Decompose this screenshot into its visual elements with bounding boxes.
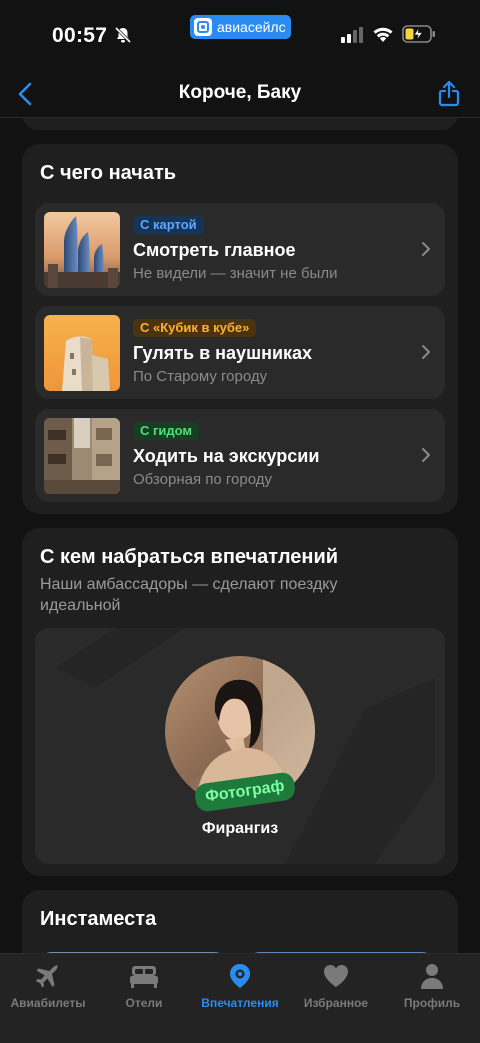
item-title: Ходить на экскурсии [133, 446, 320, 466]
tab-label: Авиабилеты [10, 996, 86, 1010]
item-subtitle: Обзорная по городу [133, 471, 272, 488]
ambassadors-section-subtitle: Наши амбассадоры — сделают поездку идеал… [40, 576, 338, 614]
item-badge: С картой [133, 216, 204, 234]
insta-section: Инстаместа [22, 890, 458, 953]
status-time: 00:57 [52, 24, 108, 47]
insta-section-title: Инстаместа [40, 908, 157, 930]
chevron-right-icon [422, 345, 430, 359]
aviasales-app-icon [194, 18, 212, 36]
item-subtitle: По Старому городу [133, 368, 268, 385]
tab-label: Профиль [403, 996, 461, 1010]
list-item-main-sights[interactable]: С картой Смотреть главное Не видели — зн… [35, 203, 445, 296]
ambassadors-section: С кем набраться впечатлений Наши амбасса… [22, 528, 458, 876]
location-icon [230, 964, 250, 988]
list-item-audio-walk[interactable]: С «Кубик в кубе» Гулять в наушниках По С… [35, 306, 445, 399]
ambassador-name: Фирангиз [201, 820, 279, 837]
item-badge: С «Кубик в кубе» [133, 319, 257, 337]
tab-bar: Авиабилеты Отели Впечатления Избранное П… [0, 953, 480, 1043]
tab-label: Отели [125, 996, 163, 1010]
item-title: Смотреть главное [133, 240, 296, 260]
navigation-bar: Короче, Баку [0, 70, 480, 118]
tab-label: Избранное [303, 996, 369, 1010]
ambassador-card[interactable]: Фотограф Фирангиз [35, 628, 445, 864]
old-street-thumbnail [44, 418, 120, 494]
start-section-title: С чего начать [40, 162, 177, 184]
plane-icon [35, 965, 59, 988]
item-title: Гулять в наушниках [133, 343, 313, 363]
tab-profile[interactable]: Профиль [384, 962, 480, 1010]
share-icon[interactable] [438, 80, 460, 108]
person-icon [421, 964, 443, 989]
return-to-app-pill[interactable]: авиасейлс [190, 15, 291, 39]
tab-hotels[interactable]: Отели [96, 962, 192, 1010]
page-title: Короче, Баку [178, 82, 302, 103]
tab-favorites[interactable]: Избранное [288, 962, 384, 1010]
item-badge: С гидом [133, 422, 200, 440]
wifi-icon [373, 27, 393, 42]
battery-charging-icon [402, 25, 435, 43]
tab-flights[interactable]: Авиабилеты [0, 962, 96, 1010]
tab-label: Впечатления [201, 996, 279, 1010]
tab-experiences[interactable]: Впечатления [192, 962, 288, 1010]
app-pill-label: авиасейлс [217, 19, 286, 35]
item-subtitle: Не видели — значит не были [133, 265, 338, 282]
maiden-tower-thumbnail [44, 315, 120, 391]
chevron-right-icon [422, 242, 430, 256]
heart-icon [324, 965, 348, 987]
bed-icon [130, 966, 158, 988]
status-bar: 00:57 авиасейлс [0, 0, 480, 70]
scroll-content[interactable]: С чего начать С картой Смотреть главное … [0, 118, 480, 953]
cellular-signal-icon [341, 27, 363, 43]
chevron-right-icon [422, 448, 430, 462]
list-item-excursions[interactable]: С гидом Ходить на экскурсии Обзорная по … [35, 409, 445, 502]
bell-muted-icon [114, 26, 132, 44]
flame-towers-thumbnail [44, 212, 120, 288]
previous-card-bottom [22, 118, 458, 130]
ambassadors-section-title: С кем набраться впечатлений [40, 546, 339, 568]
start-section: С чего начать С картой Смотреть главное … [22, 144, 458, 514]
